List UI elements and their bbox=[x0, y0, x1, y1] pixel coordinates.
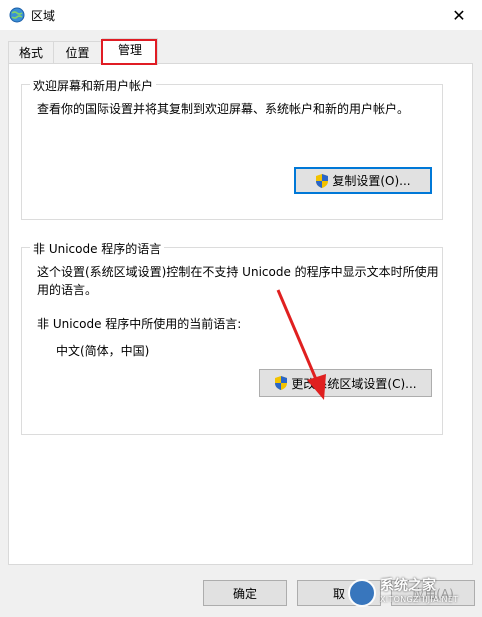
welcome-description: 查看你的国际设置并将其复制到欢迎屏幕、系统帐户和新的用户帐户。 bbox=[37, 102, 410, 116]
tab-label: 管理 bbox=[117, 43, 142, 57]
copy-settings-button[interactable]: 复制设置(O)... bbox=[294, 167, 432, 194]
window-body: 格式 位置 管理 欢迎屏幕和新用户帐户 查看你的国际设置并将其复制到欢迎屏幕、系… bbox=[0, 30, 482, 617]
welcome-screen-group: 欢迎屏幕和新用户帐户 查看你的国际设置并将其复制到欢迎屏幕、系统帐户和新的用户帐… bbox=[21, 77, 443, 220]
tab-label: 格式 bbox=[18, 46, 43, 60]
ok-button[interactable]: 确定 bbox=[203, 580, 287, 606]
globe-icon bbox=[9, 7, 25, 23]
button-label: 更改系统区域设置(C)... bbox=[291, 376, 417, 391]
title-bar: 区域 ✕ bbox=[0, 0, 482, 30]
group-legend: 欢迎屏幕和新用户帐户 bbox=[30, 77, 157, 94]
tab-location[interactable]: 位置 bbox=[53, 41, 102, 64]
tab-label: 位置 bbox=[65, 46, 90, 60]
current-language-label: 非 Unicode 程序中所使用的当前语言: bbox=[37, 317, 242, 331]
watermark: 系统之家 XITONGZHIJIA.NET bbox=[348, 577, 474, 609]
current-language-value: 中文(简体，中国) bbox=[56, 344, 150, 358]
watermark-logo-icon bbox=[348, 579, 376, 607]
close-button[interactable]: ✕ bbox=[436, 0, 482, 30]
tab-formats[interactable]: 格式 bbox=[8, 41, 54, 64]
watermark-title: 系统之家 bbox=[380, 578, 436, 594]
unicode-description-line-1: 这个设置(系统区域设置)控制在不支持 Unicode 的程序中显示文本时所使用 bbox=[37, 265, 439, 279]
button-label: 取 bbox=[332, 586, 345, 601]
unicode-description-line-2: 用的语言。 bbox=[37, 283, 98, 297]
group-legend: 非 Unicode 程序的语言 bbox=[30, 240, 165, 257]
change-system-locale-button[interactable]: 更改系统区域设置(C)... bbox=[259, 369, 432, 397]
close-icon: ✕ bbox=[452, 5, 466, 25]
button-label: 复制设置(O)... bbox=[332, 174, 411, 188]
shield-icon bbox=[316, 173, 329, 188]
window-title: 区域 bbox=[31, 9, 56, 23]
button-label: 确定 bbox=[232, 586, 257, 601]
tab-administrative[interactable]: 管理 bbox=[102, 38, 158, 65]
tab-panel: 欢迎屏幕和新用户帐户 查看你的国际设置并将其复制到欢迎屏幕、系统帐户和新的用户帐… bbox=[8, 63, 473, 565]
shield-icon bbox=[275, 376, 288, 390]
non-unicode-group: 非 Unicode 程序的语言 这个设置(系统区域设置)控制在不支持 Unico… bbox=[21, 240, 443, 435]
watermark-subtitle: XITONGZHIJIA.NET bbox=[380, 595, 459, 604]
